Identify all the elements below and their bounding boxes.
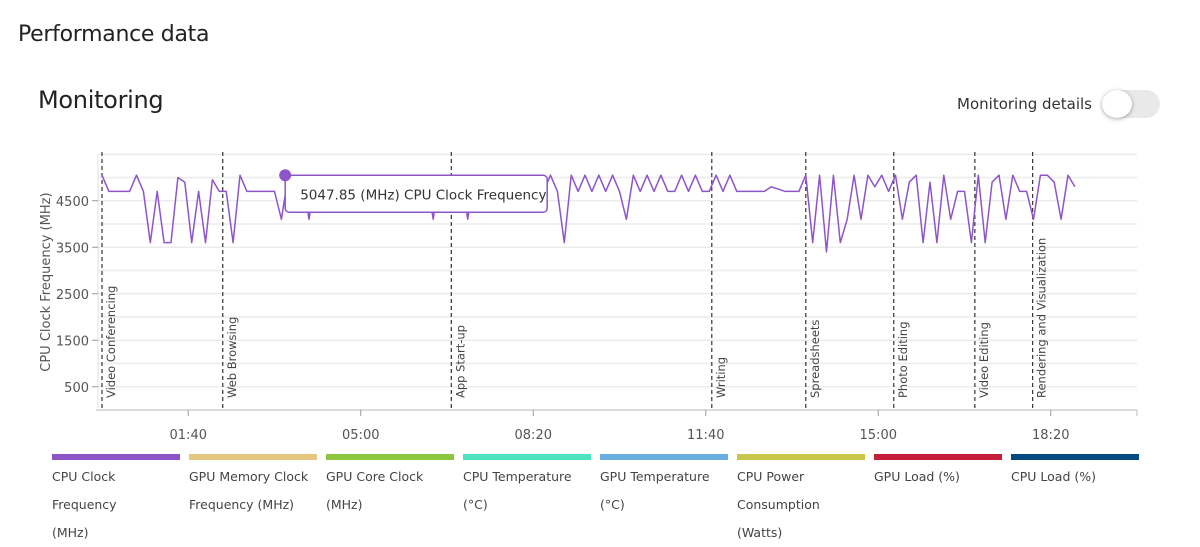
- y-tick-label: 4500: [56, 195, 89, 210]
- y-axis-label: CPU Clock Frequency (MHz): [39, 192, 54, 371]
- phase-label: Spreadsheets: [808, 320, 822, 398]
- y-tick-label: 500: [64, 381, 89, 396]
- phase-label: Video Editing: [977, 322, 991, 398]
- legend-label: CPU Load (%): [1011, 463, 1139, 491]
- legend-swatch: [463, 454, 591, 460]
- legend-swatch: [1011, 454, 1139, 460]
- toggle-knob: [1102, 90, 1132, 118]
- phase-label: Writing: [714, 357, 728, 398]
- legend-item[interactable]: CPU Temperature (°C): [463, 454, 591, 547]
- x-tick-label: 05:00: [342, 428, 379, 440]
- legend-swatch: [326, 454, 454, 460]
- y-tick-label: 1500: [56, 334, 89, 349]
- legend-item[interactable]: GPU Memory Clock Frequency (MHz): [189, 454, 317, 547]
- legend-label: CPU Clock Frequency (MHz): [52, 463, 180, 547]
- phase-label: Web Browsing: [225, 317, 239, 398]
- legend-label-line: CPU Load (%): [1011, 469, 1096, 484]
- legend-label-line: Consumption (Watts): [737, 497, 820, 540]
- legend-label: CPU Temperature (°C): [463, 463, 591, 519]
- legend-label: CPU Power Consumption (Watts): [737, 463, 865, 547]
- legend-swatch: [52, 454, 180, 460]
- legend-swatch: [737, 454, 865, 460]
- x-tick-label: 01:40: [170, 428, 207, 440]
- legend-item[interactable]: CPU Load (%): [1011, 454, 1139, 547]
- legend-item[interactable]: GPU Load (%): [874, 454, 1002, 547]
- x-tick-label: 08:20: [515, 428, 552, 440]
- phase-label: Video Conferencing: [104, 286, 118, 398]
- legend-label-line: GPU Temperature (°C): [600, 469, 710, 512]
- legend-label: GPU Memory Clock Frequency (MHz): [189, 463, 317, 519]
- x-tick-label: 11:40: [687, 428, 724, 440]
- cpu-clock-line: [101, 174, 1076, 253]
- monitoring-details-control: Monitoring details: [957, 90, 1160, 118]
- legend-label-line: CPU Temperature (°C): [463, 469, 572, 512]
- x-tick-label: 18:20: [1032, 428, 1069, 440]
- y-tick-label: 2500: [56, 288, 89, 303]
- monitoring-details-toggle[interactable]: [1102, 90, 1160, 118]
- phase-label: App Start-up: [453, 325, 467, 398]
- legend-label: GPU Temperature (°C): [600, 463, 728, 519]
- y-tick-label: 3500: [56, 241, 89, 256]
- legend-label-line: GPU Memory Clock: [189, 469, 309, 484]
- tooltip-text: 5047.85 (MHz) CPU Clock Frequency: [300, 187, 546, 203]
- cpu-clock-chart: 500 1500 2500 3500 4500 01:40 05:00 08:20 11:40 1…: [39, 152, 1138, 440]
- legend-swatch: [600, 454, 728, 460]
- legend-item[interactable]: CPU Clock Frequency (MHz): [52, 454, 180, 547]
- legend-label-line: (MHz): [52, 525, 89, 540]
- legend-label-line: CPU Clock Frequency: [52, 469, 117, 512]
- x-tick-label: 15:00: [860, 428, 897, 440]
- legend-label: GPU Load (%): [874, 463, 1002, 491]
- legend-item[interactable]: GPU Temperature (°C): [600, 454, 728, 547]
- legend-label-line: GPU Core Clock (MHz): [326, 469, 424, 512]
- legend-label: GPU Core Clock (MHz): [326, 463, 454, 519]
- legend-item[interactable]: CPU Power Consumption (Watts): [737, 454, 865, 547]
- page-title: Performance data: [18, 22, 210, 47]
- legend-item[interactable]: GPU Core Clock (MHz): [326, 454, 454, 547]
- tooltip-point: [279, 169, 292, 182]
- legend-swatch: [874, 454, 1002, 460]
- legend: CPU Clock Frequency (MHz) GPU Memory Clock…: [52, 454, 1139, 547]
- phase-label: Photo Editing: [896, 321, 910, 398]
- monitoring-details-label: Monitoring details: [957, 95, 1092, 113]
- phase-label: Rendering and Visualization: [1035, 238, 1049, 398]
- legend-swatch: [189, 454, 317, 460]
- legend-label-line: Frequency (MHz): [189, 497, 295, 512]
- section-title: Monitoring: [38, 86, 164, 114]
- legend-label-line: CPU Power: [737, 469, 805, 484]
- legend-label-line: GPU Load (%): [874, 469, 960, 484]
